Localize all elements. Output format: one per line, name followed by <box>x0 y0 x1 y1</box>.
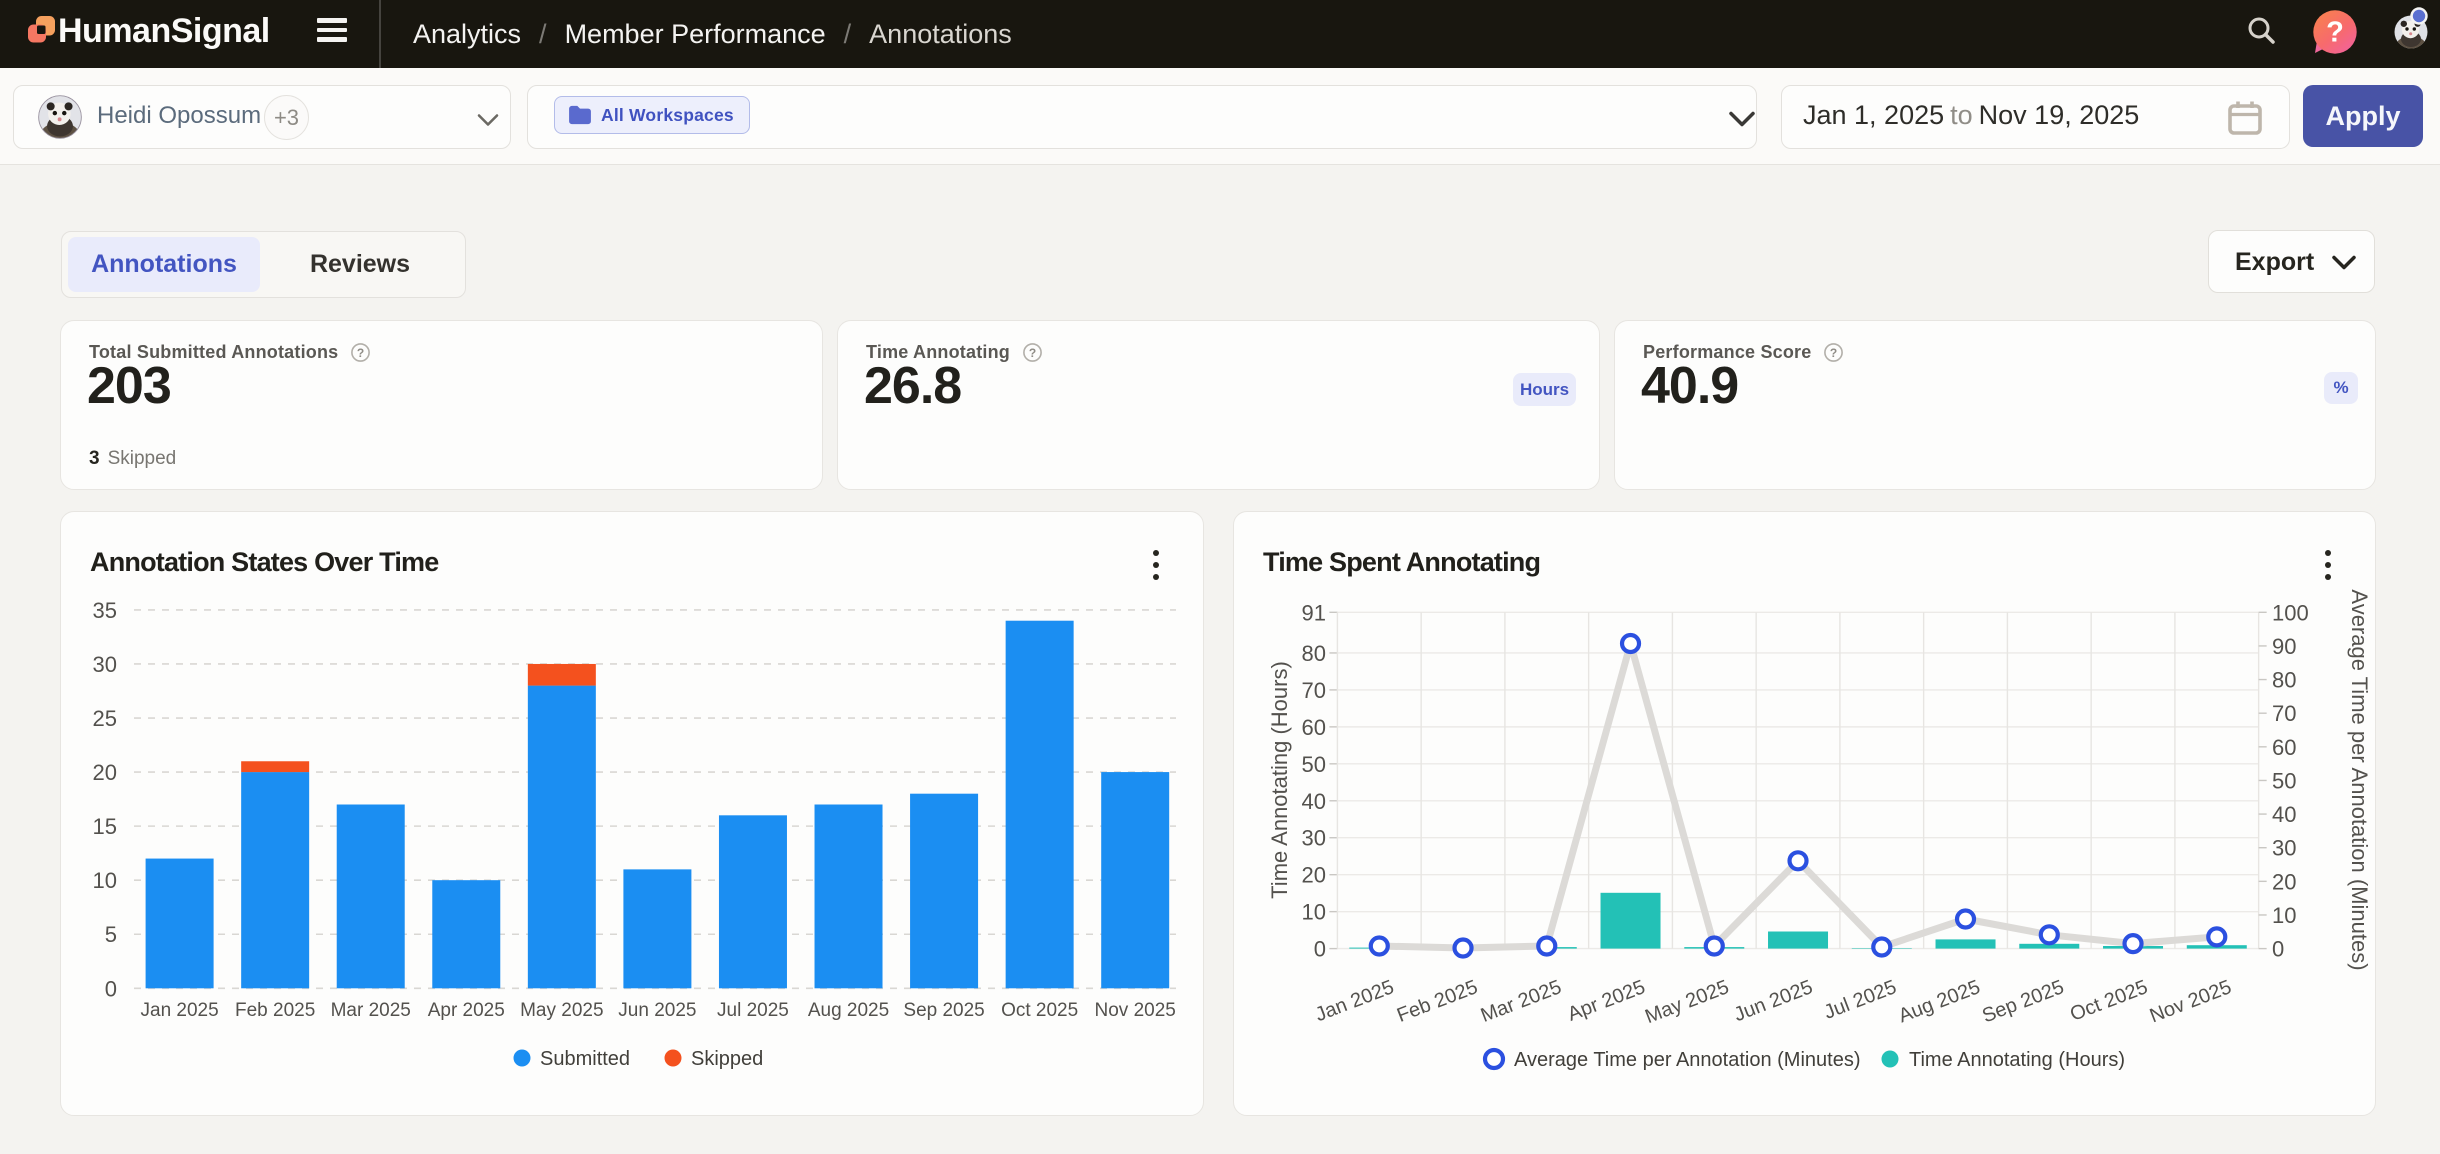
svg-text:?: ? <box>2326 17 2344 49</box>
svg-text:?: ? <box>1830 346 1837 360</box>
svg-text:?: ? <box>1029 346 1036 360</box>
svg-text:?: ? <box>357 346 364 360</box>
